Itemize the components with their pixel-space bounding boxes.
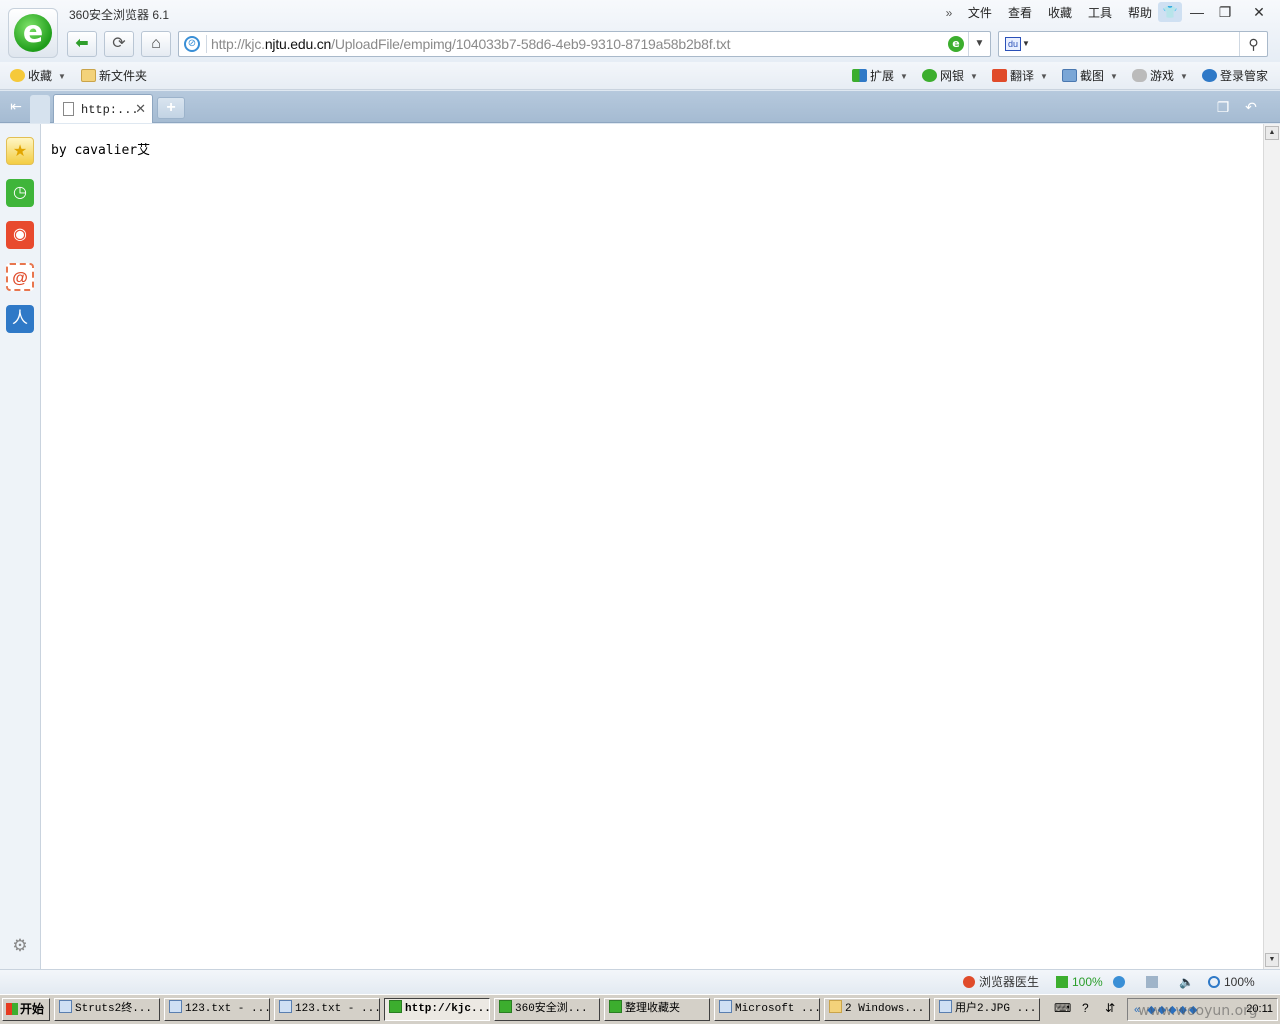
undo-close-tab-icon[interactable]: ↶: [1240, 99, 1262, 117]
browser-doctor[interactable]: 浏览器医生: [963, 974, 1039, 990]
input-method-icon[interactable]: ⇵: [1105, 1001, 1115, 1015]
sidebar-weibo-icon[interactable]: ◉: [6, 221, 34, 249]
scroll-up-icon[interactable]: ▲: [1265, 126, 1279, 140]
watermark-text: www.wooyun.org: [1138, 1003, 1258, 1019]
menu-item-favorites[interactable]: 收藏: [1040, 4, 1080, 22]
taskbar-item[interactable]: 用户2.JPG ...: [934, 998, 1040, 1021]
favorites-menu[interactable]: 收藏 ▼: [10, 67, 66, 85]
tab-blank[interactable]: [30, 95, 50, 123]
zoom-magnifier-icon: [1208, 976, 1220, 988]
360-browser-logo-icon[interactable]: e: [8, 8, 58, 58]
home-button[interactable]: ⌂: [141, 31, 171, 57]
home-icon: ⌂: [151, 35, 161, 52]
back-arrow-icon: ⬅: [75, 35, 89, 52]
ie-mode-status-icon[interactable]: [1113, 974, 1129, 990]
menu-item-tools[interactable]: 工具: [1080, 4, 1120, 22]
sidebar-history-clock-icon[interactable]: ◷: [6, 179, 34, 207]
taskbar-item[interactable]: 360安全浏...: [494, 998, 600, 1021]
page-content: by cavalier艾: [41, 124, 1263, 969]
sidebar: ★ ◷ ◉ @ 人 ⚙: [0, 124, 41, 969]
search-box[interactable]: du ▼ ⚲: [998, 31, 1268, 57]
help-icon[interactable]: ?: [1082, 1001, 1089, 1015]
refresh-icon: ⟳: [112, 35, 126, 52]
menu-bar: » 文件 查看 收藏 工具 帮助: [938, 4, 1160, 22]
tab-active[interactable]: http:... ✕: [53, 94, 153, 123]
vertical-scrollbar[interactable]: ▲ ▼: [1263, 124, 1280, 969]
sidebar-mail-icon[interactable]: @: [6, 263, 34, 291]
search-engine-icon[interactable]: du: [1005, 37, 1021, 51]
scroll-down-icon[interactable]: ▼: [1265, 953, 1279, 967]
refresh-button[interactable]: ⟳: [104, 31, 134, 57]
search-icon: ⚲: [1248, 36, 1259, 52]
document-icon: [63, 102, 74, 116]
toolbar-bank[interactable]: 网银 ▼: [922, 67, 978, 85]
restore-button[interactable]: ❐: [1211, 2, 1239, 22]
extensions-grid-icon: [852, 69, 867, 82]
translate-icon: [992, 69, 1007, 82]
zoom-level[interactable]: 100%: [1208, 974, 1255, 990]
sidebar-toggle-icon[interactable]: ⇤: [6, 98, 26, 116]
window-status-icon[interactable]: [1146, 974, 1162, 990]
keyboard-icon[interactable]: ⌨: [1054, 1001, 1071, 1015]
bookmarks-bar: 收藏 ▼ 新文件夹 扩展 ▼ 网银 ▼ 翻译 ▼ 截图 ▼ 游戏 ▼ 登录管家: [0, 62, 1280, 90]
tab-list-icon[interactable]: ❐: [1212, 99, 1234, 117]
folder-icon: [81, 69, 96, 82]
search-engine-dropdown-icon[interactable]: ▼: [1022, 39, 1030, 48]
star-add-icon: [10, 69, 25, 82]
screenshot-icon: [1062, 69, 1077, 82]
menu-chevron-icon[interactable]: »: [938, 4, 960, 22]
sidebar-renren-icon[interactable]: 人: [6, 305, 34, 333]
tab-label: http:...: [81, 103, 139, 117]
back-button[interactable]: ⬅: [67, 31, 97, 57]
toolbar-translate[interactable]: 翻译 ▼: [992, 67, 1048, 85]
download-arrow-icon: [1056, 976, 1068, 988]
minimize-button[interactable]: —: [1183, 2, 1211, 22]
tab-close-icon[interactable]: ✕: [135, 101, 146, 117]
doctor-cross-icon: [963, 976, 975, 988]
tab-bar: ⇤ http:... ✕ + ❐ ↶: [0, 91, 1280, 123]
volume-icon[interactable]: 🔈: [1179, 974, 1194, 990]
address-dropdown-icon[interactable]: ▼: [968, 32, 990, 56]
bookmark-folder[interactable]: 新文件夹: [81, 67, 147, 85]
address-bar[interactable]: ⊘ http://kjc.njtu.edu.cn/UploadFile/empi…: [178, 31, 991, 57]
taskbar-item[interactable]: Struts2终...: [54, 998, 160, 1021]
browser-titlebar: e 360安全浏览器 6.1 » 文件 查看 收藏 工具 帮助 👕 — ❐ ✕ …: [0, 0, 1280, 62]
page-text: by cavalier艾: [51, 143, 151, 158]
status-bar: 浏览器医生 100% 🔈 100%: [0, 969, 1280, 994]
menu-item-file[interactable]: 文件: [960, 4, 1000, 22]
new-tab-button[interactable]: +: [157, 97, 185, 119]
menu-item-view[interactable]: 查看: [1000, 4, 1040, 22]
url-text[interactable]: http://kjc.njtu.edu.cn/UploadFile/empimg…: [211, 36, 730, 52]
os-taskbar: 开始 Struts2终... 123.txt - ... 123.txt - .…: [0, 994, 1280, 1024]
taskbar-item[interactable]: 123.txt - ...: [274, 998, 380, 1021]
menu-item-help[interactable]: 帮助: [1120, 4, 1160, 22]
taskbar-item[interactable]: 整理收藏夹: [604, 998, 710, 1021]
ie-compat-mode-icon[interactable]: e: [948, 36, 964, 52]
sidebar-favorites-star-icon[interactable]: ★: [6, 137, 34, 165]
taskbar-item[interactable]: 123.txt - ...: [164, 998, 270, 1021]
gamepad-icon: [1132, 69, 1147, 82]
toolbar-games[interactable]: 游戏 ▼: [1132, 67, 1188, 85]
security-shield-icon[interactable]: ⊘: [184, 36, 200, 52]
close-button[interactable]: ✕: [1245, 2, 1273, 22]
toolbar-screenshot[interactable]: 截图 ▼: [1062, 67, 1118, 85]
windows-flag-icon: [6, 1003, 18, 1015]
sidebar-settings-gear-icon[interactable]: ⚙: [10, 936, 30, 956]
start-button[interactable]: 开始: [2, 998, 50, 1021]
app-title: 360安全浏览器 6.1: [69, 8, 170, 22]
taskbar-item[interactable]: 2 Windows...: [824, 998, 930, 1021]
taskbar-item[interactable]: Microsoft ...: [714, 998, 820, 1021]
toolbar-login[interactable]: 登录管家: [1202, 67, 1268, 85]
toolbar-extensions[interactable]: 扩展 ▼: [852, 67, 908, 85]
key-icon: [1202, 69, 1217, 82]
bank-shield-icon: [922, 69, 937, 82]
taskbar-item-active[interactable]: http://kjc...: [384, 998, 490, 1021]
skin-shirt-icon[interactable]: 👕: [1158, 2, 1182, 22]
search-button[interactable]: ⚲: [1239, 32, 1267, 56]
download-status[interactable]: 100%: [1056, 974, 1103, 990]
